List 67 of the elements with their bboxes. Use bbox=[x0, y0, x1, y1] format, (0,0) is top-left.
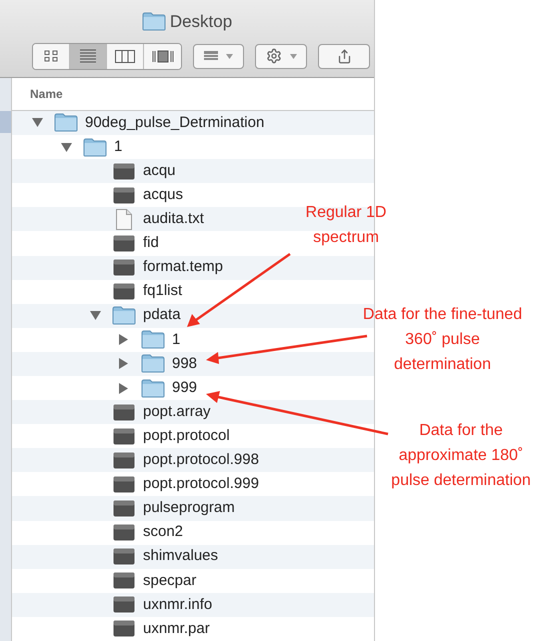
sidebar-selection bbox=[0, 110, 11, 133]
share-button[interactable] bbox=[318, 44, 370, 68]
file-icon bbox=[112, 428, 134, 445]
folder-icon bbox=[82, 138, 106, 157]
file-icon bbox=[112, 162, 134, 180]
icon-view-icon bbox=[44, 50, 58, 62]
folder-icon bbox=[112, 306, 136, 326]
file-icon bbox=[112, 476, 134, 493]
disclosure-triangle-icon[interactable] bbox=[119, 334, 128, 346]
file-name[interactable]: specpar bbox=[143, 570, 196, 592]
cover-flow-icon bbox=[152, 50, 174, 62]
file-name[interactable]: 999 bbox=[172, 376, 198, 400]
file-icon bbox=[112, 452, 134, 469]
file-name[interactable]: popt.protocol.999 bbox=[143, 473, 259, 496]
file-name[interactable]: fid bbox=[143, 232, 159, 255]
column-view-icon bbox=[115, 50, 135, 62]
file-name[interactable]: 1 bbox=[172, 328, 180, 352]
annotation-text: Data for the fine-tuned 360˚ pulse determination bbox=[362, 305, 524, 375]
share-icon bbox=[336, 48, 352, 64]
file-name[interactable]: popt.protocol bbox=[143, 424, 230, 448]
file-name[interactable]: acqu bbox=[143, 160, 176, 182]
disclosure-triangle-icon[interactable] bbox=[32, 118, 43, 128]
folder-icon bbox=[142, 12, 166, 32]
view-button[interactable] bbox=[70, 44, 107, 68]
caret-icon bbox=[226, 54, 233, 58]
caret-icon bbox=[290, 54, 296, 58]
annotation-text: Regular 1D spectrum bbox=[304, 203, 388, 248]
list-view-icon bbox=[80, 49, 96, 63]
disclosure-triangle-icon[interactable] bbox=[61, 142, 72, 152]
view-switcher[interactable] bbox=[32, 42, 182, 70]
view-button[interactable] bbox=[33, 44, 70, 68]
action-button[interactable] bbox=[255, 44, 307, 68]
file-name[interactable]: scon2 bbox=[143, 521, 184, 544]
file-icon bbox=[112, 259, 134, 276]
folder-icon bbox=[140, 330, 164, 350]
file-icon bbox=[112, 186, 134, 204]
file-icon bbox=[112, 620, 134, 638]
file-icon bbox=[112, 596, 134, 614]
annotation-text: Data for the approximate 180˚ pulse determination bbox=[390, 421, 532, 491]
file-icon bbox=[112, 548, 134, 566]
disclosure-triangle-icon[interactable] bbox=[90, 311, 101, 320]
disclosure-triangle-icon[interactable] bbox=[119, 358, 128, 370]
file-name[interactable]: uxnmr.par bbox=[143, 618, 210, 640]
file-name[interactable]: shimvalues bbox=[143, 545, 218, 568]
disclosure-triangle-icon[interactable] bbox=[119, 382, 128, 394]
file-name[interactable]: audita.txt bbox=[143, 208, 204, 231]
file-name[interactable]: acqus bbox=[143, 184, 184, 207]
file-name[interactable]: 998 bbox=[172, 352, 198, 376]
arrange-button[interactable] bbox=[193, 44, 244, 68]
file-name[interactable]: uxnmr.info bbox=[143, 594, 212, 616]
file-name[interactable]: popt.array bbox=[143, 400, 211, 424]
file-icon bbox=[112, 404, 134, 421]
column-title: Name bbox=[30, 86, 63, 103]
settings-icon bbox=[266, 48, 282, 64]
grid-icon bbox=[204, 51, 218, 61]
folder-icon bbox=[140, 378, 164, 398]
file-icon bbox=[112, 283, 134, 300]
folder-icon bbox=[140, 354, 164, 374]
folder-icon bbox=[54, 113, 78, 132]
file-name[interactable]: pdata bbox=[143, 304, 181, 327]
window-title: Desktop bbox=[170, 11, 232, 33]
file-icon bbox=[112, 500, 134, 517]
file-icon bbox=[112, 572, 134, 590]
file-name[interactable]: fq1list bbox=[143, 280, 182, 303]
file-icon bbox=[112, 234, 134, 252]
file-name[interactable]: 1 bbox=[114, 136, 122, 158]
file-icon bbox=[112, 524, 134, 542]
